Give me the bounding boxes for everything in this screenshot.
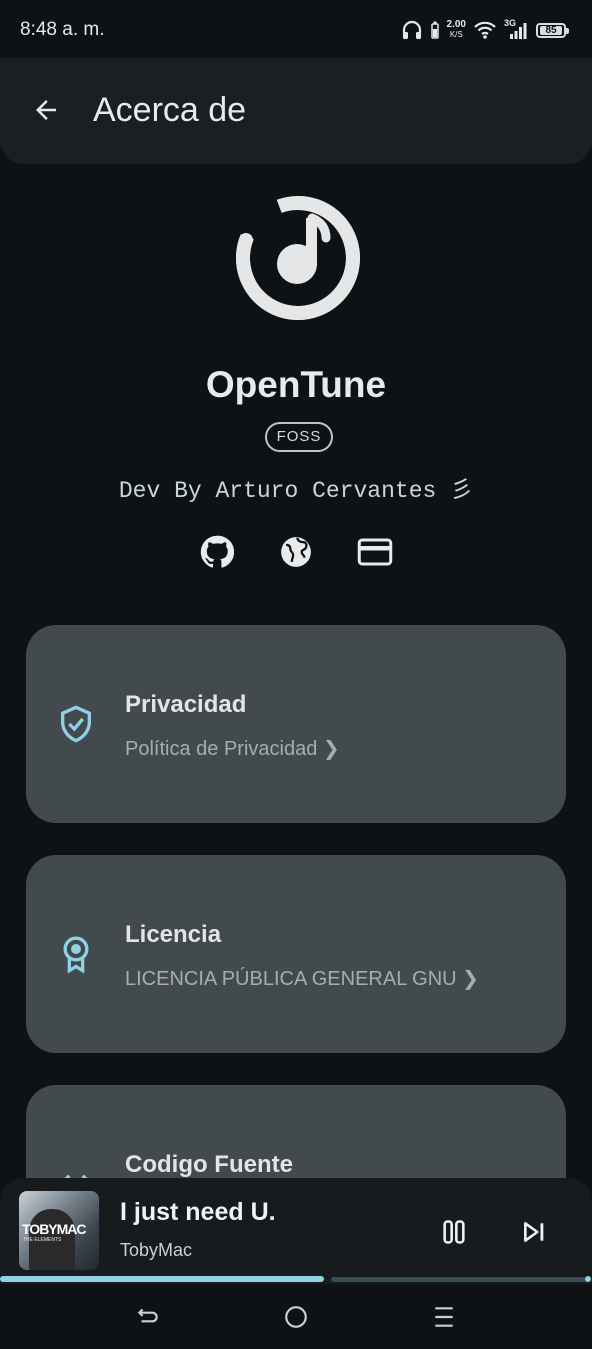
battery-indicator: 85 xyxy=(536,22,569,38)
mini-player[interactable]: TOBYMAC THE ELEMENTS I just need U. Toby… xyxy=(0,1178,592,1284)
credit-card-icon xyxy=(357,538,393,566)
album-art[interactable]: TOBYMAC THE ELEMENTS xyxy=(19,1191,99,1270)
donate-button[interactable] xyxy=(355,532,395,572)
track-title: I just need U. xyxy=(120,1198,276,1226)
playback-progress-remaining[interactable] xyxy=(331,1277,589,1282)
source-code-title: Codigo Fuente xyxy=(125,1151,293,1178)
battery-small-icon xyxy=(430,21,439,39)
privacy-title: Privacidad xyxy=(125,691,247,718)
award-icon xyxy=(63,936,89,974)
album-art-subtext: THE ELEMENTS xyxy=(23,1237,62,1243)
nav-back-icon xyxy=(137,1308,158,1323)
signal-icon xyxy=(510,23,527,39)
nav-home-icon xyxy=(285,1306,307,1328)
foss-badge: FOSS xyxy=(265,422,333,452)
pause-icon xyxy=(443,1220,465,1244)
status-icons: 2.00 K/S 3G 85 xyxy=(401,16,569,44)
skip-next-button[interactable] xyxy=(514,1212,554,1252)
license-card[interactable]: Licencia LICENCIA PÚBLICA GENERAL GNU ❯ xyxy=(26,855,566,1053)
back-button[interactable] xyxy=(26,90,66,130)
system-nav-bar xyxy=(0,1284,592,1349)
github-icon xyxy=(200,535,234,568)
wifi-icon xyxy=(474,21,496,39)
track-artist: TobyMac xyxy=(120,1240,193,1260)
status-bar: 8:48 a. m. 2.00 K/S 3G 85 xyxy=(0,0,592,60)
network-speed: 2.00 K/S xyxy=(446,19,466,40)
nav-home-button[interactable] xyxy=(276,1297,316,1337)
nav-menu-icon xyxy=(435,1307,453,1327)
skip-next-icon xyxy=(524,1222,544,1242)
playback-progress-played[interactable] xyxy=(0,1276,324,1282)
arrow-back-icon xyxy=(36,100,56,120)
website-button[interactable] xyxy=(276,532,316,572)
nav-back-button[interactable] xyxy=(128,1297,168,1337)
globe-icon xyxy=(281,537,311,567)
privacy-link[interactable]: Política de Privacidad ❯ xyxy=(125,736,340,761)
pause-button[interactable] xyxy=(434,1212,474,1252)
link-icons xyxy=(0,532,592,574)
github-button[interactable] xyxy=(197,532,237,572)
shield-check-icon xyxy=(61,705,91,743)
developer-credit: Dev By Arturo Cervantes 彡 xyxy=(118,478,474,504)
privacy-card[interactable]: Privacidad Política de Privacidad ❯ xyxy=(26,625,566,823)
app-logo-icon xyxy=(236,196,360,320)
headphones-icon xyxy=(402,20,421,39)
top-app-bar: Acerca de xyxy=(0,58,592,164)
album-art-text: TOBYMAC xyxy=(22,1221,87,1237)
cell-signal: 3G xyxy=(504,18,528,40)
license-title: Licencia xyxy=(125,921,222,948)
nav-menu-button[interactable] xyxy=(424,1297,464,1337)
page-title: Acerca de xyxy=(93,91,247,129)
app-name: OpenTune xyxy=(205,364,387,405)
license-link[interactable]: LICENCIA PÚBLICA GENERAL GNU ❯ xyxy=(125,966,479,991)
playback-progress-end xyxy=(585,1276,591,1282)
status-time: 8:48 a. m. xyxy=(20,19,105,40)
